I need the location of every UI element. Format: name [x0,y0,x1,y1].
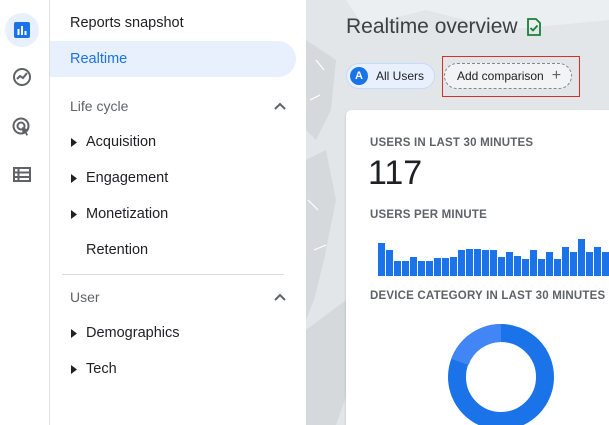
nav-acquisition[interactable]: Acquisition [62,127,156,157]
section-user[interactable]: User [70,284,286,310]
bar [570,252,577,276]
bar [514,256,521,276]
bar [466,249,473,276]
audience-chip-all-users[interactable]: A All Users [346,63,436,89]
device-category-donut [448,324,554,425]
chevron-up-icon [274,293,286,301]
bar [402,261,409,276]
nav-monetization[interactable]: Monetization [62,199,168,229]
nav-reports-snapshot[interactable]: Reports snapshot [50,5,296,41]
bar [506,252,513,276]
bar [394,261,401,276]
bar [378,243,385,276]
section-life-cycle[interactable]: Life cycle [70,93,286,119]
expand-arrow-icon [62,209,86,219]
bar [418,261,425,276]
bar [522,259,529,276]
nav-engagement[interactable]: Engagement [62,163,168,193]
nav-divider [62,274,284,275]
verified-report-icon[interactable] [526,18,542,36]
page-title: Realtime overview [346,15,542,39]
nav-label: Retention [86,242,149,258]
audience-chip-label: All Users [376,69,425,83]
device-category-label: DEVICE CATEGORY IN LAST 30 MINUTES [370,290,606,302]
realtime-users-card: USERS IN LAST 30 MINUTES 117 USERS PER M… [346,110,609,425]
reports-icon[interactable] [5,13,39,47]
bar [586,252,593,276]
bar [490,250,497,276]
expand-arrow-icon [62,137,86,147]
reports-nav: Reports snapshot Realtime Life cycle Acq… [50,0,306,425]
realtime-main: Realtime overview A All Users Add compar… [306,0,609,425]
bar [594,247,601,276]
audience-avatar: A [350,67,368,85]
bar [538,259,545,276]
bar [410,257,417,276]
page-title-text: Realtime overview [346,15,518,38]
nav-demographics[interactable]: Demographics [62,318,180,348]
bar [602,252,609,276]
bar [442,258,449,276]
advertising-icon[interactable] [5,110,39,144]
nav-label: Monetization [86,206,169,222]
bar [434,258,441,276]
section-life-cycle-title: Life cycle [70,98,129,114]
bar [482,250,489,276]
expand-arrow-icon [62,328,86,338]
chevron-up-icon [274,102,286,110]
highlight-box [442,56,580,97]
icon-rail [0,0,50,425]
bar [546,252,553,276]
nav-realtime[interactable]: Realtime [50,41,296,77]
nav-label: Tech [86,361,117,377]
users-per-minute-label: USERS PER MINUTE [370,209,487,221]
bar [562,247,569,276]
expand-arrow-icon [62,173,86,183]
bar [450,257,457,276]
bar [530,250,537,276]
users-last-30-value: 117 [368,154,423,192]
expand-arrow-icon [62,364,86,374]
bar [498,257,505,276]
bar [554,259,561,276]
section-user-title: User [70,289,100,305]
nav-label: Demographics [86,325,180,341]
bar [458,250,465,276]
bar [386,250,393,276]
explore-icon[interactable] [5,60,39,94]
bar [578,239,585,276]
users-last-30-label: USERS IN LAST 30 MINUTES [370,137,534,149]
nav-tech[interactable]: Tech [62,354,117,384]
nav-label: Engagement [86,170,169,186]
bar [426,261,433,276]
configure-icon[interactable] [5,157,39,191]
nav-label: Acquisition [86,134,157,150]
bar [474,249,481,276]
nav-retention[interactable]: Retention [62,235,148,265]
users-per-minute-chart [378,238,609,276]
